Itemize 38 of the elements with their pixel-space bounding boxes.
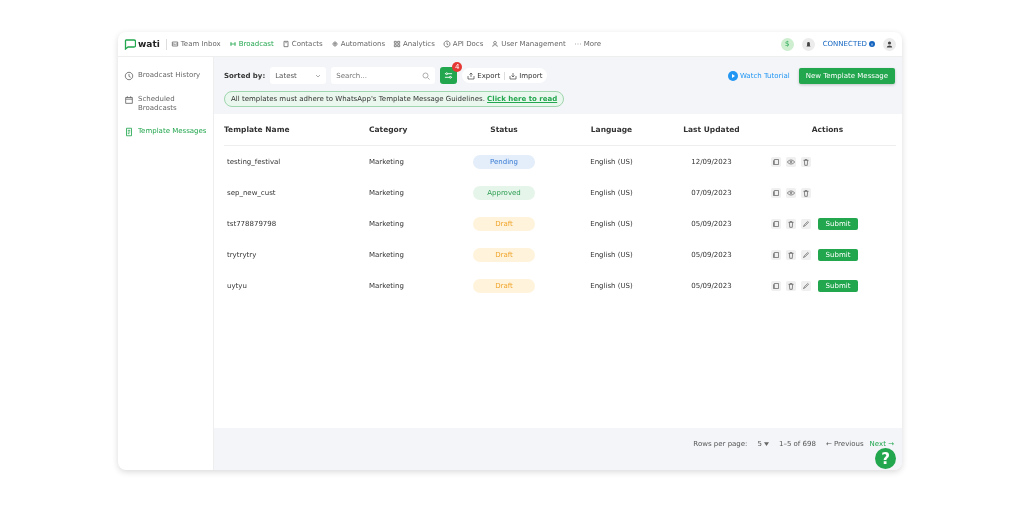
calendar-icon — [124, 95, 134, 105]
clock-icon — [442, 40, 451, 48]
clock-icon — [124, 71, 134, 81]
trash-icon[interactable] — [801, 156, 811, 167]
upload-icon — [467, 71, 476, 80]
pencil-icon[interactable] — [801, 218, 811, 229]
pencil-icon[interactable] — [801, 249, 811, 260]
copy-icon[interactable] — [771, 280, 781, 291]
document-icon — [124, 127, 134, 137]
eye-icon[interactable] — [786, 187, 796, 198]
chevron-down-icon — [315, 73, 322, 78]
user-avatar-icon[interactable] — [883, 37, 896, 51]
trash-icon[interactable] — [801, 187, 811, 198]
search-icon — [422, 71, 431, 80]
info-icon — [869, 41, 875, 47]
arrows-icon — [228, 40, 237, 48]
pencil-icon[interactable] — [801, 280, 811, 291]
tray-icon — [170, 40, 179, 48]
copy-icon[interactable] — [771, 187, 781, 198]
copy-icon[interactable] — [771, 218, 781, 229]
trash-icon[interactable] — [786, 280, 796, 291]
document-icon — [281, 40, 290, 48]
sliders-icon — [444, 71, 454, 80]
eye-icon[interactable] — [786, 156, 796, 167]
grid-icon — [393, 40, 402, 48]
trash-icon[interactable] — [786, 218, 796, 229]
dots-icon — [573, 40, 582, 48]
person-icon — [491, 40, 500, 48]
bell-icon[interactable] — [801, 37, 815, 51]
copy-icon[interactable] — [771, 156, 781, 167]
play-icon — [727, 70, 738, 81]
copy-icon[interactable] — [771, 249, 781, 260]
chat-bubble-logo-icon — [124, 38, 136, 50]
brand-name: wati — [138, 39, 160, 49]
download-icon — [509, 71, 518, 80]
trash-icon[interactable] — [786, 249, 796, 260]
filter-button[interactable] — [440, 67, 458, 84]
caret-icon — [763, 442, 769, 446]
